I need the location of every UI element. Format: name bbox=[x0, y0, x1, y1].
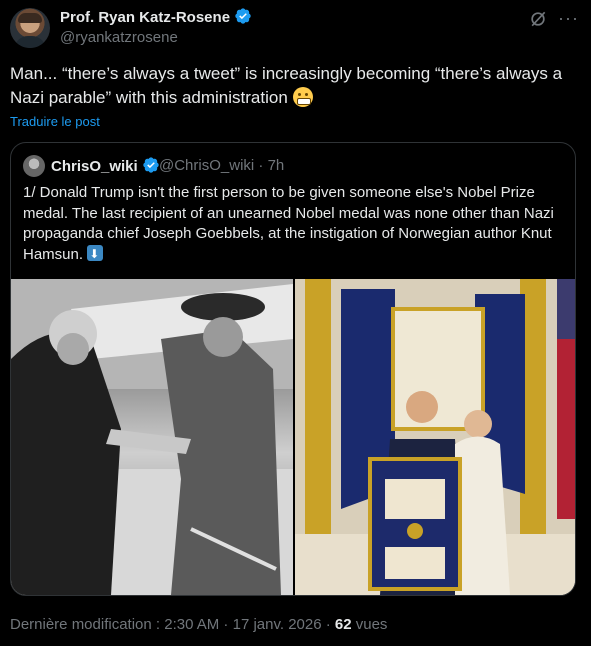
verified-badge-icon bbox=[235, 8, 251, 24]
quoted-image-right[interactable] bbox=[295, 279, 575, 595]
author-handle[interactable]: @ryankatzrosene bbox=[60, 29, 178, 46]
more-icon[interactable]: ··· bbox=[558, 8, 579, 29]
quoted-post-card[interactable]: ChrisO_wiki @ChrisO_wiki · 7h 1/ Donald … bbox=[10, 142, 576, 596]
translate-post-link[interactable]: Traduire le post bbox=[10, 114, 100, 129]
grimacing-emoji bbox=[292, 87, 313, 107]
post-metadata: Dernière modification : 2:30 AM · 17 jan… bbox=[10, 616, 388, 633]
views-count[interactable]: 62 bbox=[335, 616, 352, 633]
post-text: Man... “there’s always a tweet” is incre… bbox=[10, 64, 563, 107]
quoted-handle-time: @ChrisO_wiki · 7h bbox=[159, 157, 285, 174]
grok-icon[interactable] bbox=[528, 9, 548, 29]
quoted-avatar bbox=[23, 155, 45, 177]
author-avatar[interactable] bbox=[10, 8, 50, 48]
quoted-image-left[interactable] bbox=[11, 279, 293, 595]
author-name[interactable]: Prof. Ryan Katz-Rosene bbox=[60, 7, 252, 26]
quoted-author-name: ChrisO_wiki bbox=[51, 156, 160, 175]
verified-badge-icon bbox=[143, 157, 159, 173]
quoted-text: 1/ Donald Trump isn't the first person t… bbox=[23, 183, 563, 265]
down-arrow-emoji bbox=[87, 244, 104, 264]
